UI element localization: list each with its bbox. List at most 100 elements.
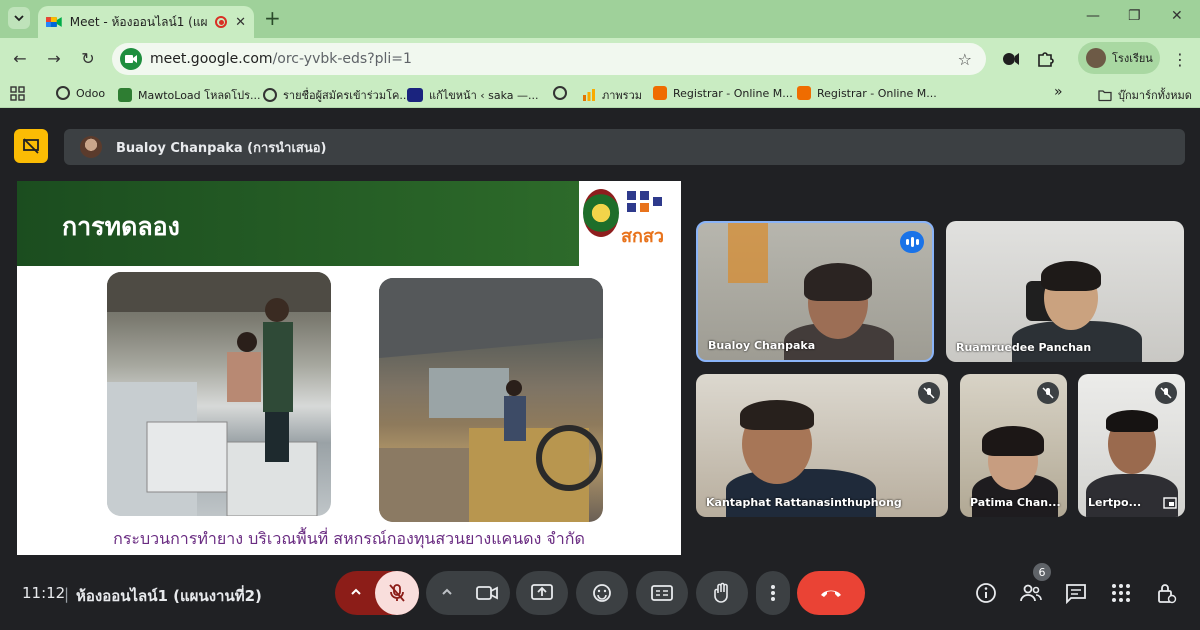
forward-icon[interactable]: →: [44, 49, 64, 68]
meet-stage: Bualoy Chanpaka (การนำเสนอ) การทดลอง สกส…: [0, 108, 1200, 630]
participant-name: Kantaphat Rattanasinthuphong: [706, 496, 902, 509]
rubber-processing-photo-2: [379, 278, 603, 522]
emoji-icon: [593, 584, 611, 602]
more-vert-icon: [771, 585, 775, 601]
new-tab-button[interactable]: +: [264, 8, 281, 28]
extensions-puzzle-icon[interactable]: [1036, 50, 1054, 68]
participant-tile[interactable]: Bualoy Chanpaka: [696, 221, 934, 362]
hand-icon: [714, 582, 728, 603]
university-seal-logo: [583, 189, 619, 237]
presented-slide: การทดลอง สกสว กระบวนการทำยาง บริเวณพื้นท…: [17, 181, 681, 555]
reload-icon[interactable]: ↻: [78, 49, 98, 68]
avatar: [1086, 48, 1106, 68]
participant-tile[interactable]: Lertpo...: [1078, 374, 1185, 517]
info-icon[interactable]: [975, 582, 997, 604]
bookmark-item[interactable]: Odoo: [56, 86, 105, 100]
host-controls-lock-icon[interactable]: [1155, 582, 1177, 604]
restore-button[interactable]: ❐: [1128, 8, 1141, 24]
raise-hand-button[interactable]: [696, 571, 748, 615]
mic-muted-icon: [1037, 382, 1059, 404]
present-screen-button[interactable]: [516, 571, 568, 615]
participant-tile[interactable]: Patima Chan...: [960, 374, 1067, 517]
bookmark-item[interactable]: ภาพรวม: [582, 86, 642, 104]
close-window-button[interactable]: ✕: [1171, 8, 1183, 24]
clock: 11:12: [22, 584, 66, 602]
chevron-down-icon: [14, 15, 24, 22]
mic-muted-icon: [1155, 382, 1177, 404]
presenter-name: Bualoy Chanpaka (การนำเสนอ): [116, 140, 327, 156]
rubber-processing-photo-1: [107, 272, 331, 516]
bookmarks-bar: Odoo MawtoLoad โหลดโปร... รายชื่อผู้สมัค…: [0, 80, 1200, 108]
captions-icon: [651, 585, 673, 601]
captions-button[interactable]: [636, 571, 688, 615]
browser-toolbar: ← → ↻ meet.google.com/orc-yvbk-eds?pli=1…: [0, 38, 1200, 80]
organization-logo-text: สกสว: [621, 226, 664, 247]
back-icon[interactable]: ←: [10, 49, 30, 68]
more-options-button[interactable]: [756, 571, 790, 615]
url-text: meet.google.com/orc-yvbk-eds?pli=1: [150, 51, 412, 67]
leave-call-button[interactable]: [797, 571, 865, 615]
camera-icon[interactable]: [476, 584, 498, 602]
tab-strip: Meet - ห้องออนไลน์1 (แผนงาน ✕ + — ❐ ✕: [0, 0, 1200, 38]
mic-muted-icon: [918, 382, 940, 404]
audio-options-chevron-icon[interactable]: [349, 585, 363, 599]
activities-icon[interactable]: [1110, 582, 1132, 604]
registrar-icon: [797, 86, 811, 100]
separator: |: [64, 585, 70, 603]
bookmark-item[interactable]: รายชื่อผู้สมัครเข้าร่วมโค...: [263, 86, 410, 104]
participant-name: Bualoy Chanpaka: [708, 339, 816, 352]
camera-control-group: [426, 571, 510, 615]
mic-toggle-button[interactable]: [375, 571, 419, 615]
bookmark-item[interactable]: แก้ไขหน้า ‹ saka —...: [407, 86, 539, 104]
bookmark-item[interactable]: [553, 86, 573, 100]
analytics-icon: [583, 89, 595, 101]
profile-label: โรงเรียน: [1112, 52, 1153, 65]
globe-icon: [56, 86, 70, 100]
bookmark-item[interactable]: MawtoLoad โหลดโปร...: [118, 86, 261, 104]
participant-name: Lertpo...: [1088, 496, 1142, 509]
meet-favicon-icon: [46, 17, 62, 27]
participant-name: Ruamruedee Panchan: [956, 341, 1092, 354]
participant-tile[interactable]: Ruamruedee Panchan: [946, 221, 1184, 362]
bookmarks-overflow-button[interactable]: »: [1054, 84, 1063, 100]
video-options-chevron-icon[interactable]: [440, 585, 454, 599]
tab-close-icon[interactable]: ✕: [235, 15, 246, 30]
meet-extension-icon[interactable]: [1002, 50, 1020, 68]
bookmark-item[interactable]: Registrar - Online M...: [653, 86, 793, 100]
present-screen-icon: [531, 584, 553, 600]
globe-icon: [553, 86, 567, 100]
meeting-title: ห้องออนไลน์1 (แผนงานที่2): [76, 587, 262, 605]
chat-icon[interactable]: [1065, 582, 1087, 604]
bookmark-star-icon[interactable]: ☆: [958, 50, 972, 69]
registrar-icon: [653, 86, 667, 100]
slide-title: การทดลอง: [62, 212, 180, 241]
folder-icon: [1098, 90, 1112, 102]
site-info-icon[interactable]: [120, 48, 142, 70]
avatar: [80, 136, 102, 158]
slide-caption: กระบวนการทำยาง บริเวณพื้นที่ สหกรณ์กองทุ…: [113, 529, 585, 548]
participant-name: Patima Chan...: [970, 496, 1061, 509]
active-tab[interactable]: Meet - ห้องออนไลน์1 (แผนงาน ✕: [38, 6, 254, 38]
presentation-toggle-button[interactable]: [14, 129, 48, 163]
bookmark-item[interactable]: Registrar - Online M...: [797, 86, 937, 100]
apps-grid-icon[interactable]: [10, 86, 26, 102]
presentation-off-icon: [23, 138, 39, 154]
people-count-badge: 6: [1033, 563, 1051, 581]
speaking-indicator-icon: [900, 231, 924, 253]
hang-up-icon: [821, 590, 841, 597]
participant-tile[interactable]: Kantaphat Rattanasinthuphong: [696, 374, 948, 517]
people-icon[interactable]: [1020, 582, 1042, 604]
profile-button[interactable]: โรงเรียน: [1078, 42, 1160, 74]
pip-icon[interactable]: [1163, 497, 1177, 509]
globe-icon: [263, 88, 277, 102]
tab-search-button[interactable]: [8, 7, 30, 29]
presenter-bar: Bualoy Chanpaka (การนำเสนอ): [64, 129, 1185, 165]
address-bar[interactable]: meet.google.com/orc-yvbk-eds?pli=1 ☆: [112, 43, 986, 75]
tab-title: Meet - ห้องออนไลน์1 (แผนงาน: [69, 14, 208, 29]
minimize-button[interactable]: —: [1086, 8, 1100, 24]
all-bookmarks-button[interactable]: บุ๊กมาร์กทั้งหมด: [1098, 86, 1192, 104]
bru-icon: [407, 88, 423, 102]
reactions-button[interactable]: [576, 571, 628, 615]
browser-menu-icon[interactable]: ⋮: [1172, 50, 1188, 69]
recording-indicator-icon: [215, 16, 228, 28]
